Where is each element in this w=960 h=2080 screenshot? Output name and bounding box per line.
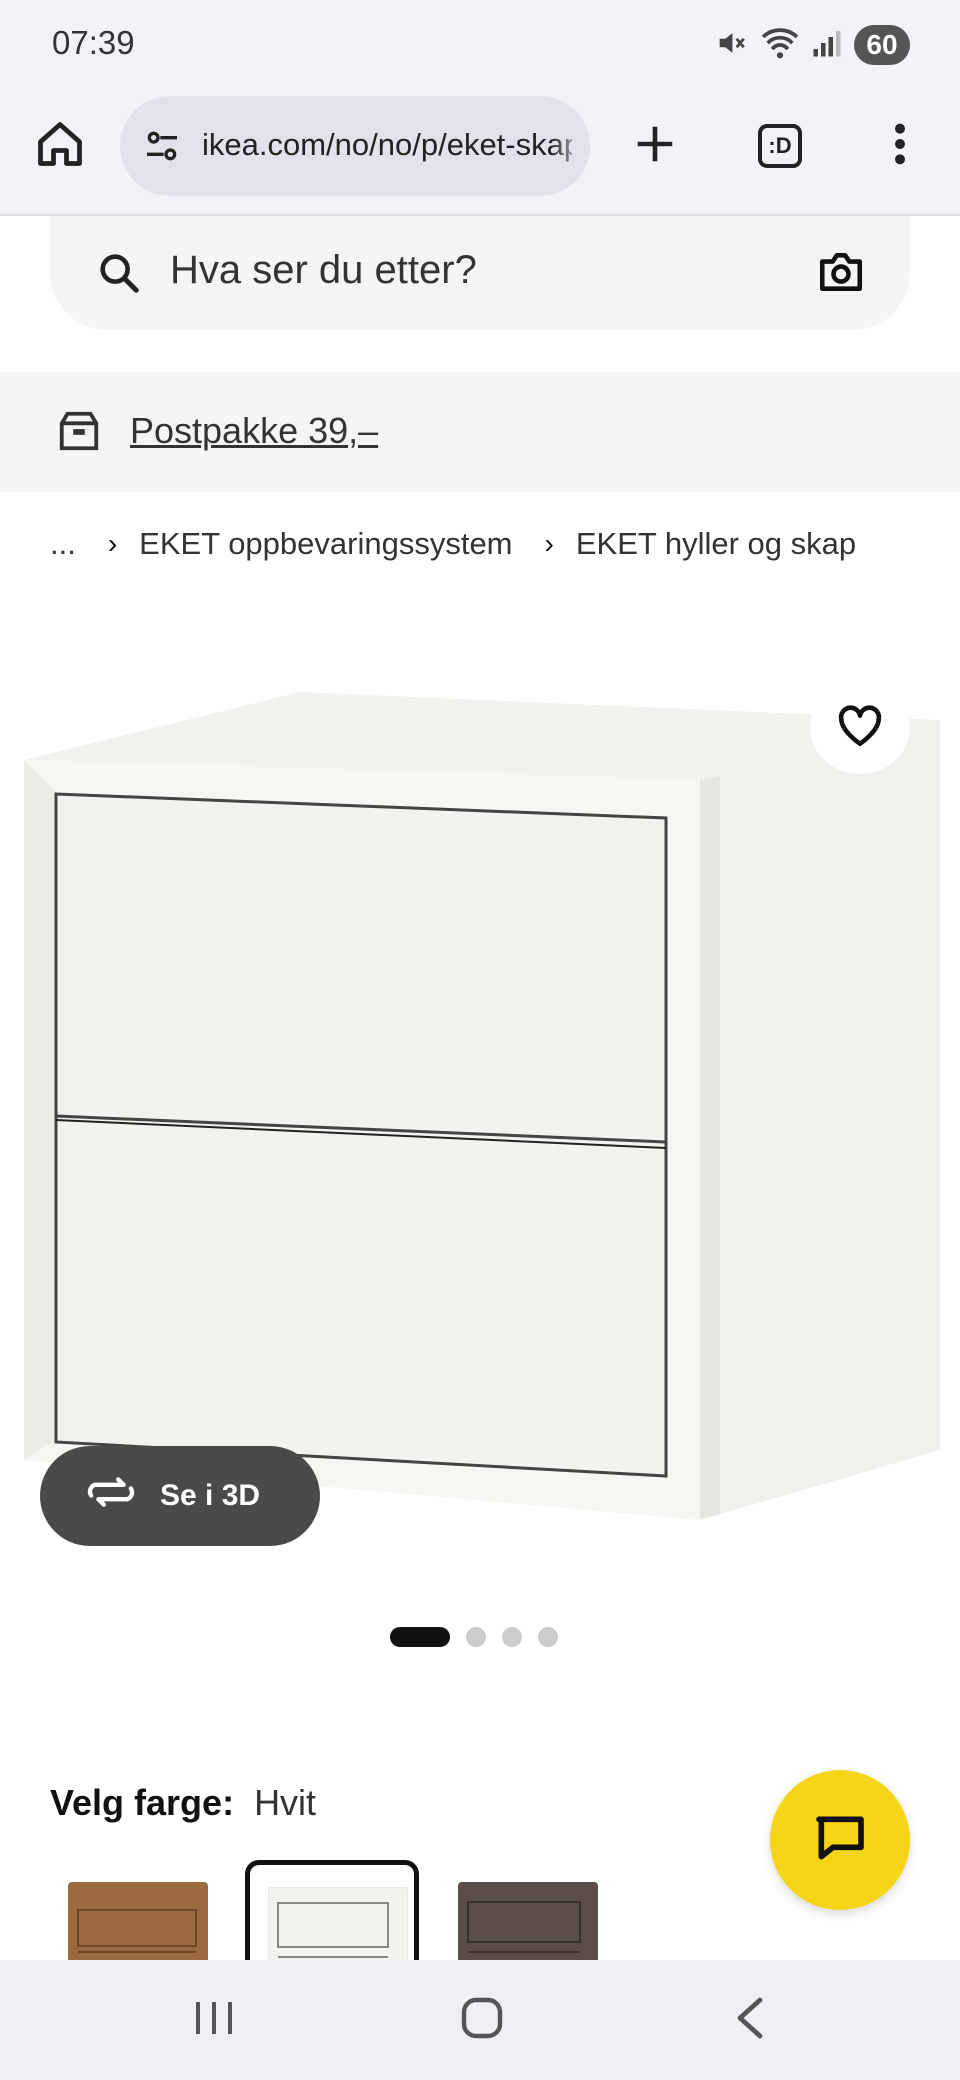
product-image[interactable] <box>0 640 960 1540</box>
home-icon <box>34 118 86 175</box>
favorite-button[interactable] <box>810 680 910 774</box>
recents-button[interactable] <box>174 1990 254 2050</box>
site-settings-icon[interactable] <box>142 126 182 171</box>
heart-icon <box>835 702 885 753</box>
plus-icon <box>632 121 678 172</box>
breadcrumb-ellipsis[interactable]: ... <box>50 526 76 562</box>
search-icon <box>96 250 142 301</box>
home-button[interactable] <box>28 114 92 178</box>
tabs-icon: :D <box>758 124 802 168</box>
carousel-dot-active[interactable] <box>390 1627 450 1647</box>
tabs-button[interactable]: :D <box>748 114 812 178</box>
wifi-icon <box>760 26 800 65</box>
url-fade <box>550 96 590 196</box>
recents-icon <box>192 1998 236 2043</box>
home-nav-icon <box>460 1996 504 2045</box>
color-value: Hvit <box>254 1782 317 1823</box>
breadcrumb: ... › EKET oppbevaringssystem › EKET hyl… <box>50 522 856 566</box>
system-nav-bar <box>0 1960 960 2080</box>
status-icons: 60 <box>714 24 910 66</box>
back-icon <box>732 1996 768 2045</box>
breadcrumb-item[interactable]: EKET oppbevaringssystem <box>139 526 512 562</box>
color-selector-header: Velg farge: Hvit <box>50 1782 316 1824</box>
signal-icon <box>812 28 842 63</box>
chat-button[interactable] <box>770 1770 910 1910</box>
shipping-link[interactable]: Postpakke 39,– <box>130 410 378 452</box>
color-label: Velg farge: <box>50 1782 235 1823</box>
menu-button[interactable] <box>876 114 924 178</box>
browser-toolbar: ikea.com/no/no/p/eket-skap :D <box>0 90 960 216</box>
more-vert-icon <box>892 121 908 172</box>
color-swatches <box>50 1860 670 1980</box>
url-text: ikea.com/no/no/p/eket-skap <box>202 127 572 162</box>
view-3d-button[interactable]: Se i 3D <box>40 1446 320 1546</box>
battery-icon: 60 <box>854 25 910 65</box>
rotate-3d-icon <box>84 1474 138 1518</box>
package-icon <box>56 408 102 459</box>
view-3d-label: Se i 3D <box>160 1479 261 1512</box>
url-bar[interactable]: ikea.com/no/no/p/eket-skap <box>120 96 590 196</box>
carousel-dot[interactable] <box>538 1627 558 1647</box>
carousel-dot[interactable] <box>466 1627 486 1647</box>
status-bar: 07:39 60 <box>0 0 960 90</box>
home-nav-button[interactable] <box>442 1990 522 2050</box>
carousel-indicator <box>390 1626 558 1648</box>
chevron-right-icon: › <box>544 528 554 559</box>
new-tab-button[interactable] <box>620 114 690 178</box>
mute-icon <box>714 26 748 65</box>
search-input[interactable]: Hva ser du etter? <box>50 216 910 330</box>
breadcrumb-item[interactable]: EKET hyller og skap <box>576 526 856 562</box>
chevron-right-icon: › <box>107 528 118 559</box>
shipping-banner: Postpakke 39,– <box>0 372 960 492</box>
carousel-dot[interactable] <box>502 1627 522 1647</box>
back-button[interactable] <box>710 1990 790 2050</box>
chat-icon <box>812 1812 868 1869</box>
search-placeholder: Hva ser du etter? <box>170 248 477 292</box>
camera-icon[interactable] <box>816 248 866 301</box>
status-time: 07:39 <box>52 24 135 61</box>
